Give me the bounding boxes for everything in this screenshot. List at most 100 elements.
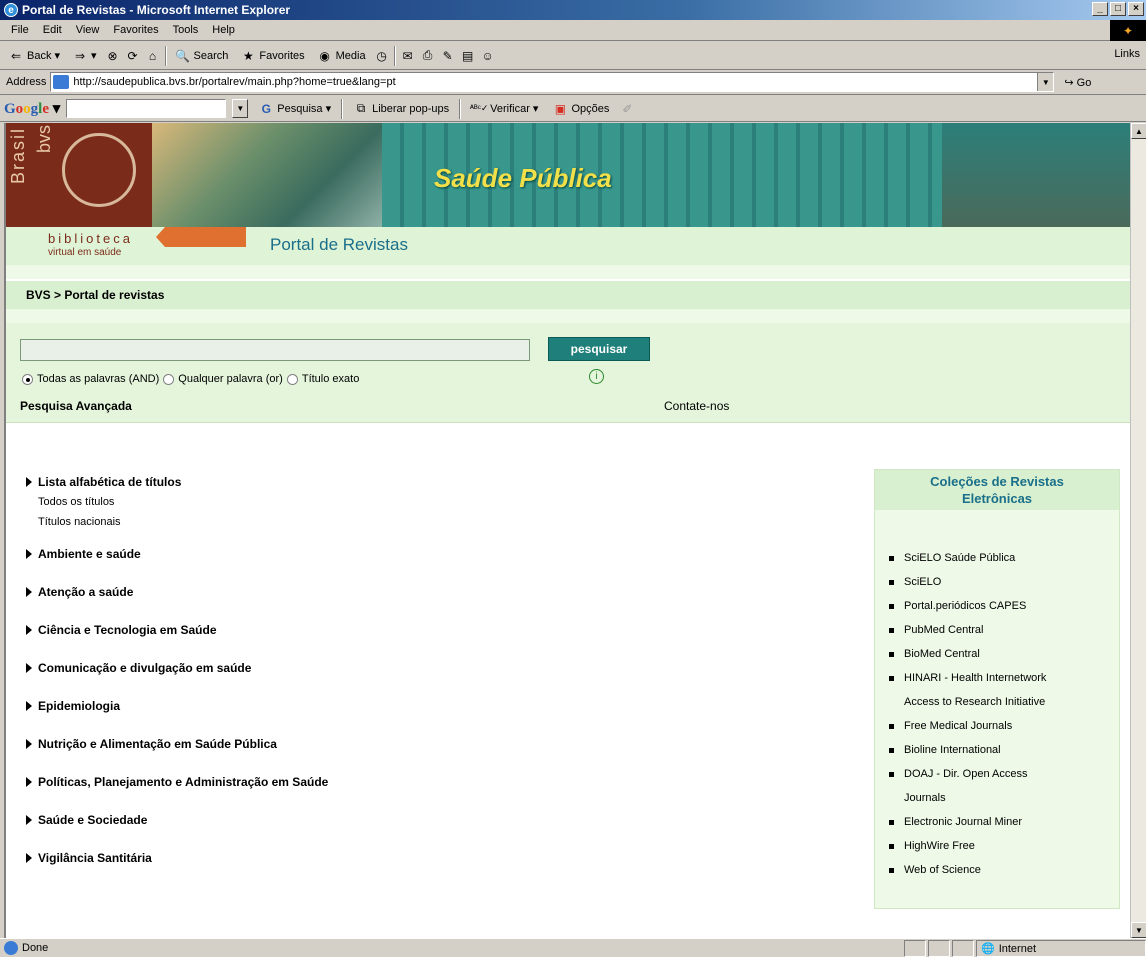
- page-icon: [53, 75, 70, 89]
- collection-item[interactable]: SciELO Saúde Pública: [889, 546, 1046, 570]
- search-button[interactable]: 🔍 Search: [171, 48, 233, 64]
- menu-tools[interactable]: Tools: [166, 24, 206, 36]
- collection-item[interactable]: Portal.periódicos CAPES: [889, 594, 1046, 618]
- stop-icon[interactable]: ⊗: [105, 48, 121, 64]
- address-input[interactable]: http://saudepublica.bvs.br/portalrev/mai…: [50, 72, 1055, 92]
- google-toolbar: Google ▾ ▼ G Pesquisa ▾ ⧉ Liberar pop-up…: [0, 96, 1146, 122]
- scroll-down-icon[interactable]: ▼: [1131, 922, 1146, 938]
- maximize-button[interactable]: □: [1110, 2, 1126, 16]
- radio-or[interactable]: [163, 373, 175, 385]
- back-arrow-icon: ⇐: [10, 48, 22, 63]
- highlighter-icon[interactable]: ✐: [619, 101, 635, 117]
- category-alpha-list[interactable]: Lista alfabética de títulos: [26, 472, 726, 492]
- category-item[interactable]: Vigilância Santitária: [26, 848, 726, 868]
- collection-item[interactable]: Web of Science: [889, 858, 1046, 882]
- national-titles-link[interactable]: Títulos nacionais: [26, 512, 726, 532]
- opcoes-button[interactable]: ▣ Opções: [548, 101, 613, 117]
- bullet-square-icon: [889, 748, 894, 753]
- category-item[interactable]: Nutrição e Alimentação em Saúde Pública: [26, 734, 726, 754]
- collection-item[interactable]: BioMed Central: [889, 642, 1046, 666]
- contact-link[interactable]: Contate-nos: [664, 399, 729, 413]
- google-logo[interactable]: Google ▾: [4, 99, 60, 118]
- orange-hex-decoration: [156, 227, 246, 247]
- favorites-button[interactable]: ★ Favorites: [236, 48, 308, 64]
- radio-exact[interactable]: [286, 373, 298, 385]
- bullet-square-icon: [889, 724, 894, 729]
- go-button[interactable]: ↪ Go: [1064, 76, 1091, 89]
- popup-blocker-icon: ⧉: [356, 101, 366, 115]
- back-button[interactable]: ⇐ Back ▾: [4, 48, 64, 64]
- triangle-right-icon: [26, 739, 32, 749]
- scroll-up-icon[interactable]: ▲: [1131, 123, 1146, 139]
- logo-brasil-text: Brasil: [8, 127, 28, 185]
- radio-and[interactable]: [22, 373, 33, 385]
- category-item[interactable]: Comunicação e divulgação em saúde: [26, 658, 726, 678]
- breadcrumb-text[interactable]: BVS > Portal de revistas: [26, 288, 164, 302]
- refresh-icon[interactable]: ⟳: [125, 48, 141, 64]
- collection-item[interactable]: Bioline International: [889, 738, 1046, 762]
- search-input[interactable]: [20, 339, 530, 361]
- status-cell: [928, 940, 950, 957]
- search-submit-button[interactable]: pesquisar: [548, 337, 650, 361]
- messenger-icon[interactable]: ☺: [480, 48, 496, 64]
- window-controls: _ □ ×: [1092, 2, 1144, 16]
- links-button[interactable]: Links: [1114, 48, 1140, 60]
- status-cell: [952, 940, 974, 957]
- info-icon[interactable]: i: [589, 369, 604, 384]
- menu-bar: File Edit View Favorites Tools Help ✦: [0, 20, 1146, 41]
- minimize-button[interactable]: _: [1092, 2, 1108, 16]
- all-titles-link[interactable]: Todos os títulos: [26, 492, 726, 512]
- menu-help[interactable]: Help: [205, 24, 242, 36]
- collections-list: SciELO Saúde Pública SciELO Portal.perió…: [889, 546, 1046, 882]
- verificar-button[interactable]: ᴬᴮᶜ✓ Verificar ▾: [467, 101, 542, 117]
- collection-item[interactable]: PubMed Central: [889, 618, 1046, 642]
- collection-item[interactable]: HINARI - Health Internetwork Access to Re…: [889, 666, 1046, 714]
- mail-icon[interactable]: ✉: [400, 48, 416, 64]
- windows-logo-icon: ✦: [1110, 20, 1146, 41]
- status-bar: Done 🌐 Internet: [0, 938, 1146, 957]
- print-icon[interactable]: ⎙: [420, 48, 436, 64]
- toolbar-separator: [459, 98, 462, 119]
- category-item[interactable]: Ciência e Tecnologia em Saúde: [26, 620, 726, 640]
- search-options: Todas as palavras (AND) Qualquer palavra…: [20, 373, 359, 385]
- collection-item[interactable]: Free Medical Journals: [889, 714, 1046, 738]
- collection-item[interactable]: DOAJ - Dir. Open Access Journals: [889, 762, 1046, 810]
- category-item[interactable]: Ambiente e saúde: [26, 544, 726, 564]
- vertical-scrollbar[interactable]: ▲ ▼: [1130, 123, 1146, 938]
- collection-item[interactable]: Electronic Journal Miner: [889, 810, 1046, 834]
- page-viewport: Brasil bvs Saúde Pública biblioteca virt…: [4, 123, 1130, 938]
- menu-view[interactable]: View: [69, 24, 107, 36]
- home-icon[interactable]: ⌂: [145, 48, 161, 64]
- back-dropdown-icon[interactable]: ▾: [54, 49, 60, 62]
- collection-item[interactable]: HighWire Free: [889, 834, 1046, 858]
- popups-button[interactable]: ⧉ Liberar pop-ups: [349, 101, 453, 117]
- options-icon: ▣: [554, 101, 567, 116]
- google-search-input[interactable]: [66, 99, 227, 118]
- media-button[interactable]: ◉ Media: [313, 48, 370, 64]
- collection-item[interactable]: SciELO: [889, 570, 1046, 594]
- category-item[interactable]: Políticas, Planejamento e Administração …: [26, 772, 726, 792]
- forward-dropdown-icon[interactable]: ▾: [91, 49, 97, 62]
- bvs-logo[interactable]: Brasil bvs: [6, 123, 152, 227]
- pesquisa-button[interactable]: G Pesquisa ▾: [254, 101, 335, 117]
- bullet-square-icon: [889, 652, 894, 657]
- forward-button[interactable]: ⇒ ▾: [68, 48, 101, 64]
- go-arrow-icon: ↪: [1064, 76, 1074, 89]
- menu-file[interactable]: File: [4, 24, 36, 36]
- edit-icon[interactable]: ✎: [440, 48, 456, 64]
- discuss-icon[interactable]: ▤: [460, 48, 476, 64]
- history-icon[interactable]: ◷: [374, 48, 390, 64]
- category-item[interactable]: Atenção a saúde: [26, 582, 726, 602]
- address-dropdown-icon[interactable]: ▼: [1037, 73, 1054, 91]
- category-item[interactable]: Epidemiologia: [26, 696, 726, 716]
- menu-favorites[interactable]: Favorites: [106, 24, 165, 36]
- menu-edit[interactable]: Edit: [36, 24, 69, 36]
- google-dropdown-icon[interactable]: ▼: [232, 99, 249, 118]
- close-button[interactable]: ×: [1128, 2, 1144, 16]
- search-area: pesquisar Todas as palavras (AND) Qualqu…: [6, 323, 1130, 423]
- portal-title: Portal de Revistas: [270, 235, 408, 254]
- category-item[interactable]: Saúde e Sociedade: [26, 810, 726, 830]
- collections-title: Coleções de Revistas Eletrônicas: [875, 470, 1119, 510]
- spacer-strip: [6, 265, 1130, 279]
- advanced-search-link[interactable]: Pesquisa Avançada: [20, 399, 132, 413]
